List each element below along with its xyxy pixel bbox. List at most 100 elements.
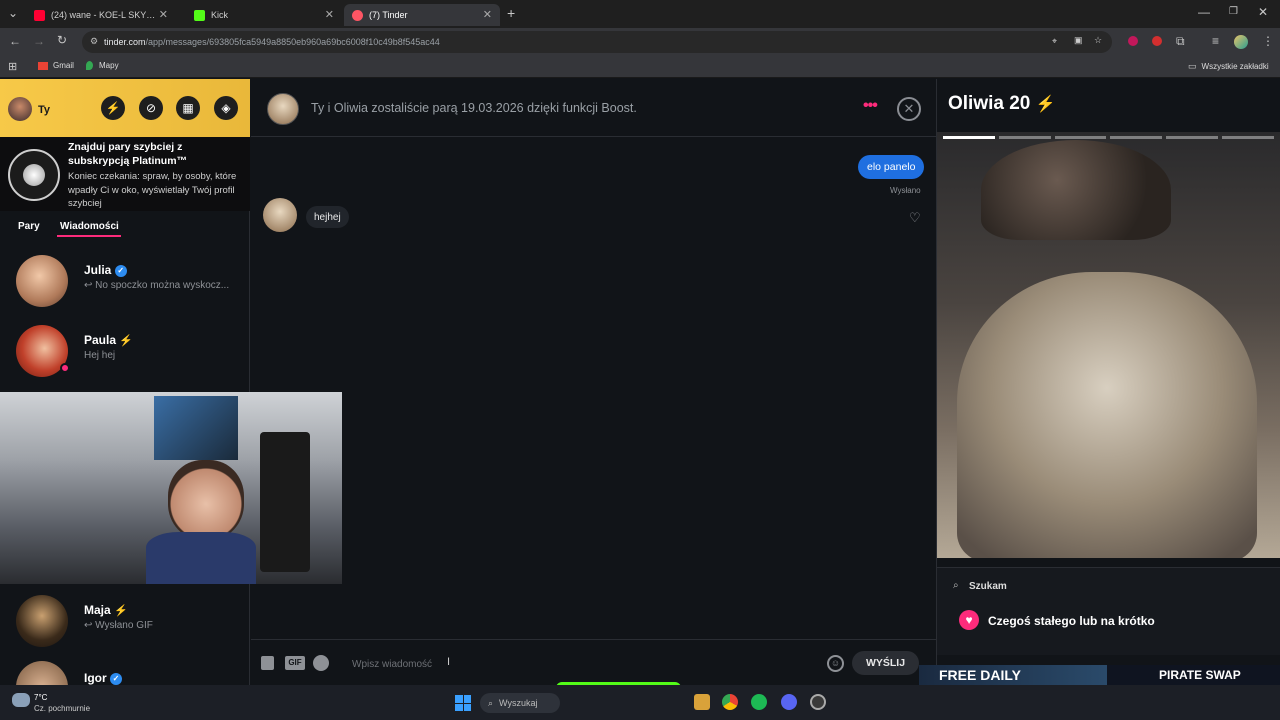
platinum-promo[interactable]: Znajduj pary szybciej z subskrypcją Plat… [0,137,250,211]
new-tab-button[interactable]: + [507,5,515,21]
explore-button[interactable]: ⊘ [139,96,163,120]
tab-title: (7) Tinder [369,10,408,20]
sender-avatar[interactable] [263,198,297,232]
browser-toolbar: ← → ↻ ⚙ tinder.com/app/messages/693805fc… [0,28,1280,56]
looking-for-label: Szukam [969,581,1007,592]
match-item[interactable]: Igor ✓ [0,657,250,685]
chat-header: Ty i Oliwia zostaliście parą 19.03.2026 … [251,79,936,137]
photo-indicator[interactable] [1166,136,1219,139]
tab-messages[interactable]: Wiadomości [60,221,119,232]
menu-icon[interactable]: ⋮ [1262,34,1274,48]
message-status: Wysłano [890,186,921,195]
photo-indicator[interactable] [1054,136,1107,139]
bookmarks-bar: ⊞ Gmail Mapy ▭ Wszystkie zakładki [0,56,1280,78]
match-name: Paula ⚡ [84,333,134,347]
platinum-badge [8,149,60,201]
message-composer: GIF Wpisz wiadomość I ☺ WYŚLIJ [251,639,936,685]
monitor-shape [154,396,238,460]
sidebar-header: Ty ⚡ ⊘ ▦ ◈ [0,79,250,137]
close-window-button[interactable]: ✕ [1258,5,1268,19]
message-input[interactable]: Wpisz wiadomość [352,659,432,670]
reload-button[interactable]: ↻ [57,33,67,47]
steam-icon[interactable] [810,694,826,710]
match-item[interactable]: Maja ⚡ ↩ Wysłano GIF [0,587,250,657]
close-tab-icon[interactable]: ✕ [483,8,492,21]
tab-search-icon[interactable]: ⌄ [8,6,18,20]
discord-icon[interactable] [781,694,797,710]
spotify-icon[interactable] [313,655,329,671]
boost-button[interactable]: ⚡ [101,96,125,120]
message-bubble-received[interactable]: hejhej [306,206,349,228]
my-avatar[interactable] [8,97,32,121]
reply-icon: ↩ [84,280,96,291]
person-torso [146,532,256,584]
folder-icon: ▭ [1188,61,1197,71]
bookmark-mapy[interactable]: Mapy [86,61,119,70]
match-item[interactable]: Paula ⚡ Hej hej [0,317,250,387]
unread-dot [60,363,70,373]
tab-matches[interactable]: Pary [18,221,40,232]
reading-list-icon[interactable]: ≡ [1212,34,1219,48]
close-icon: ✕ [903,101,915,116]
extension-icon[interactable] [1128,36,1138,46]
avatar [16,255,68,307]
taskbar-search[interactable]: ⌕ Wyszukaj [480,693,560,713]
minimize-window-button[interactable]: — [1198,5,1210,19]
promo-title: Znajduj pary szybciej z subskrypcją Plat… [68,141,188,167]
tab-youtube[interactable]: (24) wane - KOE-L SKYE (Officia ✕ [26,4,186,26]
profile-name-age: Oliwia 20 ⚡ [948,93,1056,114]
photo-indicator[interactable] [998,136,1051,139]
shield-icon: ◈ [221,101,231,115]
photo-indicator[interactable] [1110,136,1163,139]
send-button[interactable]: WYŚLIJ [852,651,919,675]
forward-button[interactable]: → [33,34,45,48]
close-tab-icon[interactable]: ✕ [325,8,334,21]
site-info-icon[interactable]: ⚙ [90,36,98,47]
kick-icon [194,9,205,21]
install-icon[interactable]: ▣ [1074,35,1083,46]
match-avatar[interactable] [267,93,299,125]
extension-icon[interactable] [1152,36,1162,46]
safety-button[interactable]: ◈ [214,96,238,120]
address-bar[interactable]: ⚙ tinder.com/app/messages/693805fca5949a… [82,31,1112,53]
search-icon: ⌕ [953,580,959,591]
photo-indicator[interactable] [1222,136,1274,139]
profile-avatar[interactable] [1234,35,1248,49]
chrome-icon[interactable] [722,694,738,710]
my-profile-label[interactable]: Ty [38,104,50,116]
match-item[interactable]: Julia ✓ ↩ No spoczko można wyskocz... [0,247,250,317]
profile-photo[interactable] [937,132,1280,558]
photo-indicator[interactable] [943,136,995,139]
extensions-puzzle-icon[interactable]: ⧉ [1176,34,1185,49]
profile-panel: Oliwia 20 ⚡ ⌕ Szukam ♥ Czegoś stałego lu… [919,79,1280,685]
matches-sidebar: Ty ⚡ ⊘ ▦ ◈ Znajduj pary szybciej z subsk… [0,79,250,685]
tab-title: (24) wane - KOE-L SKYE (Officia [51,10,161,20]
gif-button[interactable]: GIF [285,656,305,670]
emoji-icon[interactable]: ☺ [827,655,844,672]
windows-start-icon[interactable] [455,695,471,711]
like-message-heart-icon[interactable]: ♡ [909,210,921,226]
match-name: Julia ✓ [84,263,127,277]
close-chat-button[interactable]: ✕ [897,97,921,121]
message-bubble-sent[interactable]: elo panelo [858,155,925,179]
apps-grid-icon[interactable]: ⊞ [8,60,17,73]
weather-icon[interactable] [12,693,30,707]
boost-icon: ⚡ [119,335,134,347]
heart-eyes-icon: ♥ [959,610,979,630]
maximize-window-button[interactable]: ❐ [1229,6,1238,17]
close-tab-icon[interactable]: ✕ [159,8,168,21]
widgets-icon[interactable] [694,694,710,710]
sticker-icon[interactable] [261,656,274,670]
tab-kick[interactable]: Kick ✕ [186,4,342,26]
chat-panel: Ty i Oliwia zostaliście parą 19.03.2026 … [251,79,936,685]
all-bookmarks[interactable]: ▭ Wszystkie zakładki [1188,61,1269,72]
flame-icon [23,164,45,186]
more-options-icon[interactable]: ••• [863,97,878,115]
spotify-icon[interactable] [751,694,767,710]
briefcase-button[interactable]: ▦ [176,96,200,120]
bookmark-star-icon[interactable]: ☆ [1094,35,1102,46]
location-icon[interactable]: ⌖ [1052,36,1057,47]
back-button[interactable]: ← [9,34,21,48]
tab-tinder[interactable]: (7) Tinder ✕ [344,4,500,26]
bookmark-gmail[interactable]: Gmail [38,61,74,70]
